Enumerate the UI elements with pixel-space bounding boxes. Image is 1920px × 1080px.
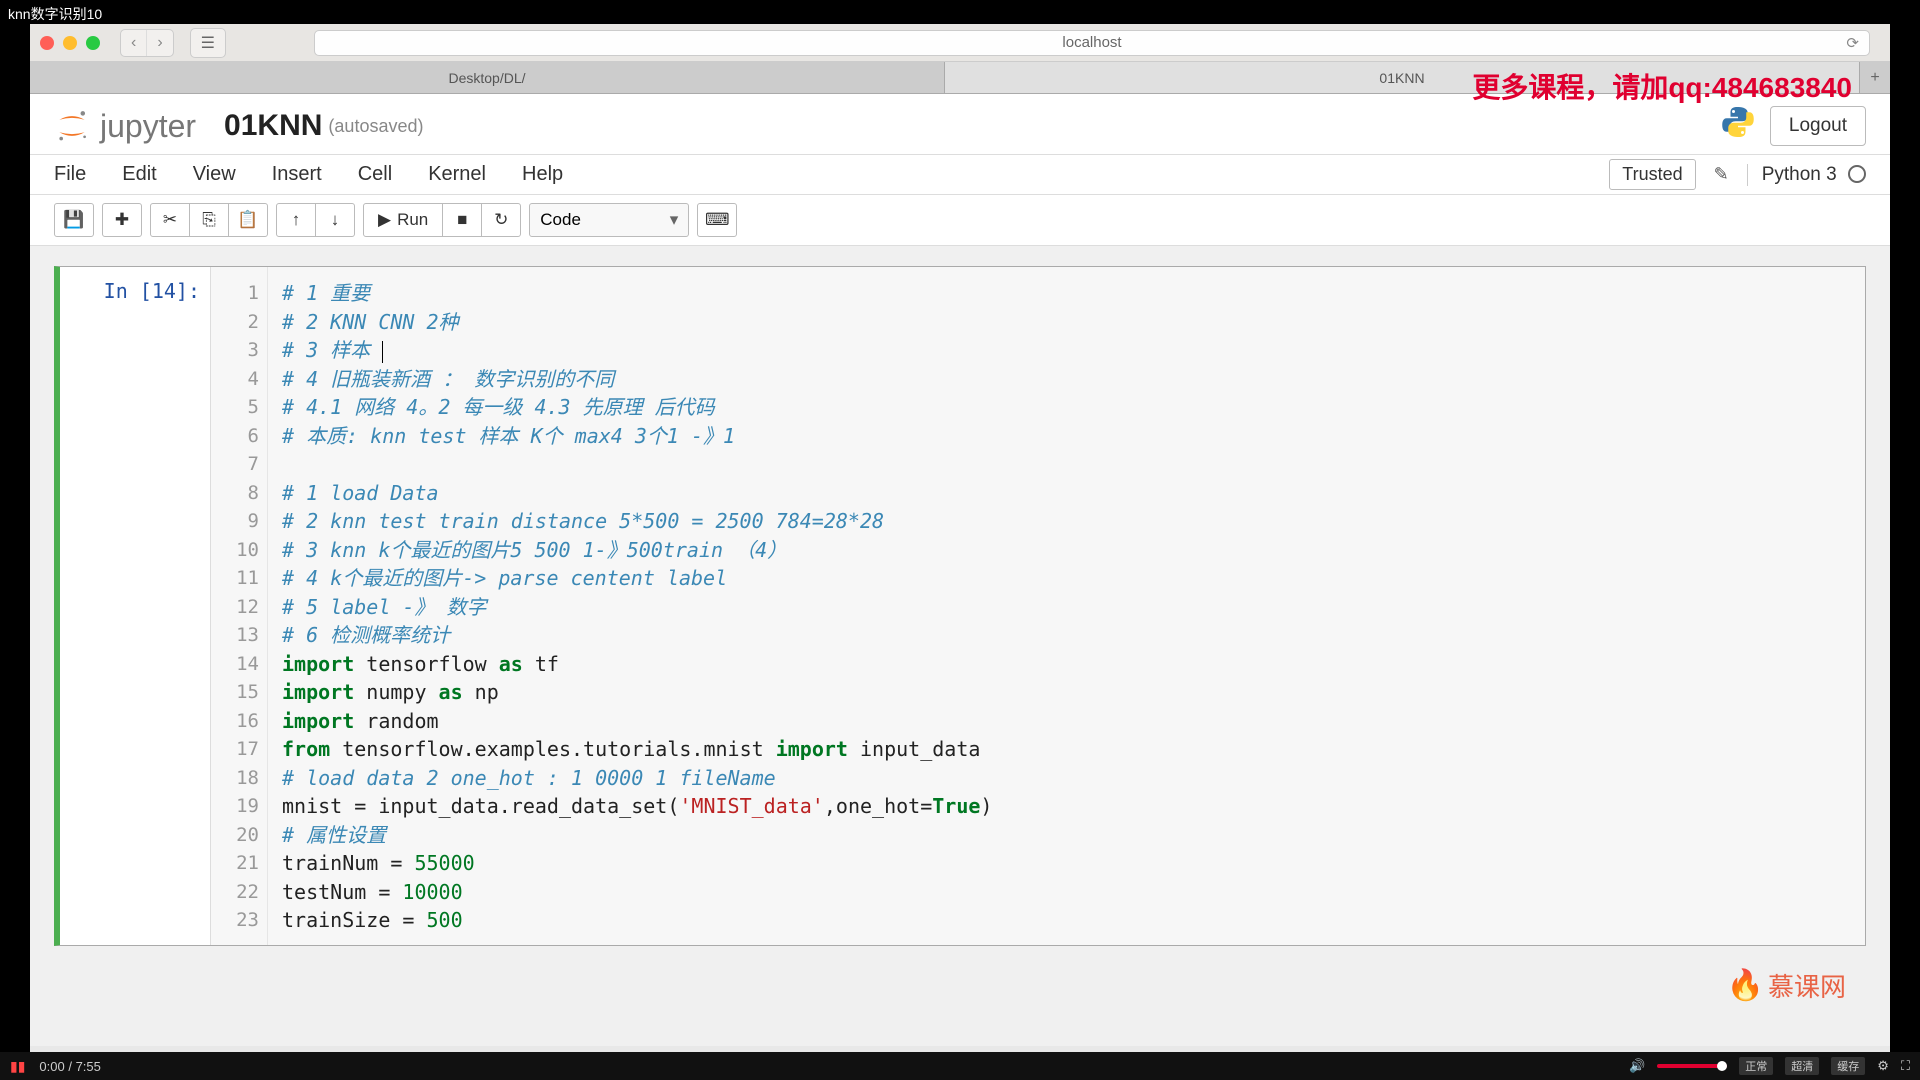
menu-bar: File Edit View Insert Cell Kernel Help T… bbox=[30, 155, 1890, 195]
code-cell[interactable]: In [14]: 1234567891011121314151617181920… bbox=[54, 266, 1866, 946]
traffic-lights bbox=[40, 36, 100, 50]
window-title: knn数字识别10 bbox=[0, 0, 1920, 24]
menu-insert[interactable]: Insert bbox=[272, 163, 322, 186]
stop-button[interactable]: ■ bbox=[442, 203, 482, 237]
video-frame: 更多课程，请加qq:484683840 ‹ › ☰ localhost ⟳ De… bbox=[30, 24, 1890, 1052]
settings-icon[interactable]: ⚙ bbox=[1877, 1058, 1889, 1074]
forward-button[interactable]: › bbox=[147, 30, 172, 56]
notebook-title[interactable]: 01KNN bbox=[224, 109, 322, 143]
refresh-icon[interactable]: ⟳ bbox=[1846, 34, 1859, 52]
menu-cell[interactable]: Cell bbox=[358, 163, 392, 186]
overlay-ad-text: 更多课程，请加qq:484683840 bbox=[1472, 66, 1852, 106]
paste-button[interactable]: 📋 bbox=[228, 203, 268, 237]
notebook-body: In [14]: 1234567891011121314151617181920… bbox=[30, 246, 1890, 1046]
jupyter-logo[interactable]: jupyter bbox=[54, 108, 196, 145]
celltype-select[interactable]: Code bbox=[529, 203, 689, 237]
cache-badge[interactable]: 缓存 bbox=[1831, 1057, 1865, 1075]
kernel-status-icon bbox=[1848, 165, 1866, 183]
pause-button[interactable]: ▮▮ bbox=[10, 1058, 25, 1075]
tab-desktop-dl[interactable]: Desktop/DL/ bbox=[30, 62, 945, 93]
volume-slider[interactable] bbox=[1657, 1064, 1727, 1068]
menu-file[interactable]: File bbox=[54, 163, 86, 186]
autosave-label: (autosaved) bbox=[328, 116, 423, 137]
minimize-icon[interactable] bbox=[63, 36, 77, 50]
menu-kernel[interactable]: Kernel bbox=[428, 163, 486, 186]
move-up-button[interactable]: ↑ bbox=[276, 203, 316, 237]
menu-view[interactable]: View bbox=[193, 163, 236, 186]
add-cell-button[interactable]: ✚ bbox=[102, 203, 142, 237]
time-total: 7:55 bbox=[76, 1059, 101, 1074]
url-text: localhost bbox=[1062, 34, 1121, 51]
menu-edit[interactable]: Edit bbox=[122, 163, 156, 186]
line-gutter: 1234567891011121314151617181920212223 bbox=[210, 267, 268, 945]
copy-button[interactable]: ⎘ bbox=[189, 203, 229, 237]
quality-badge[interactable]: 超清 bbox=[1785, 1057, 1819, 1075]
jupyter-logo-text: jupyter bbox=[100, 108, 196, 145]
cell-prompt: In [14]: bbox=[60, 267, 210, 945]
logout-button[interactable]: Logout bbox=[1770, 106, 1866, 146]
speed-badge[interactable]: 正常 bbox=[1739, 1057, 1773, 1075]
video-time: 0:00 / 7:55 bbox=[39, 1059, 100, 1074]
jupyter-logo-icon bbox=[54, 108, 90, 144]
url-bar[interactable]: localhost ⟳ bbox=[314, 30, 1870, 56]
volume-icon[interactable]: 🔊 bbox=[1629, 1058, 1645, 1074]
toolbar: 💾 ✚ ✂ ⎘ 📋 ↑ ↓ ▶ Run ■ ↻ Code ⌨ bbox=[30, 195, 1890, 246]
restart-button[interactable]: ↻ bbox=[481, 203, 521, 237]
save-button[interactable]: 💾 bbox=[54, 203, 94, 237]
play-icon: ▶ bbox=[378, 210, 391, 230]
watermark-text: 慕课网 bbox=[1768, 967, 1846, 1004]
cut-button[interactable]: ✂ bbox=[150, 203, 190, 237]
command-palette-button[interactable]: ⌨ bbox=[697, 203, 737, 237]
run-button[interactable]: ▶ Run bbox=[363, 203, 443, 237]
back-button[interactable]: ‹ bbox=[121, 30, 147, 56]
code-editor[interactable]: # 1 重要# 2 KNN CNN 2种# 3 样本 # 4 旧瓶装新酒 ： 数… bbox=[268, 267, 1865, 945]
menu-help[interactable]: Help bbox=[522, 163, 563, 186]
move-down-button[interactable]: ↓ bbox=[315, 203, 355, 237]
video-controls: ▮▮ 0:00 / 7:55 🔊 正常 超清 缓存 ⚙ ⛶ bbox=[0, 1052, 1920, 1080]
trusted-button[interactable]: Trusted bbox=[1609, 159, 1695, 190]
nav-buttons: ‹ › bbox=[120, 29, 174, 57]
python-icon bbox=[1720, 104, 1756, 148]
flame-icon: 🔥 bbox=[1727, 968, 1764, 1003]
kernel-label: Python 3 bbox=[1747, 164, 1866, 186]
time-current: 0:00 bbox=[39, 1059, 64, 1074]
celltype-value: Code bbox=[540, 210, 581, 230]
fullscreen-icon[interactable]: ⛶ bbox=[1901, 1058, 1910, 1074]
edit-icon[interactable]: ✎ bbox=[1714, 164, 1729, 185]
sidebar-toggle[interactable]: ☰ bbox=[190, 28, 226, 58]
run-label: Run bbox=[397, 210, 428, 230]
new-tab-button[interactable]: + bbox=[1860, 62, 1890, 93]
kernel-name: Python 3 bbox=[1762, 164, 1837, 185]
watermark: 🔥 慕课网 bbox=[1727, 967, 1846, 1004]
maximize-icon[interactable] bbox=[86, 36, 100, 50]
close-icon[interactable] bbox=[40, 36, 54, 50]
browser-chrome: ‹ › ☰ localhost ⟳ bbox=[30, 24, 1890, 62]
